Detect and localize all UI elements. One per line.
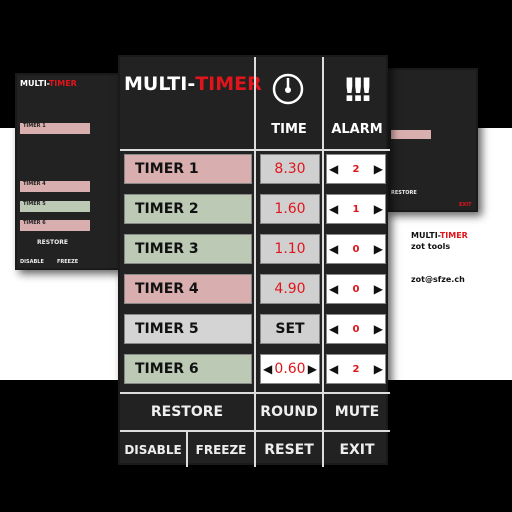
decrease-arrow-icon[interactable]: ◀: [329, 282, 338, 296]
increase-arrow-icon[interactable]: ▶: [374, 362, 383, 376]
alarm-stepper-1[interactable]: ◀ 2 ▶: [326, 154, 386, 184]
decrease-arrow-icon[interactable]: ◀: [263, 362, 272, 376]
preview-title: MULTI-TIMER: [20, 79, 77, 88]
info-company: zot tools: [411, 242, 451, 251]
decrease-arrow-icon[interactable]: ◀: [329, 362, 338, 376]
alarm-value: 2: [352, 163, 360, 175]
timer-name-3[interactable]: TIMER 3: [124, 234, 252, 264]
timer-time-6[interactable]: ◀ 0.60 ▶: [260, 354, 320, 384]
timer-name-4[interactable]: TIMER 4: [124, 274, 252, 304]
alarm-value: 0: [352, 243, 360, 255]
increase-arrow-icon[interactable]: ▶: [374, 322, 383, 336]
alarm-stepper-3[interactable]: ◀ 0 ▶: [326, 234, 386, 264]
mute-button[interactable]: MUTE: [324, 394, 390, 430]
alarm-value: 1: [352, 203, 360, 215]
preview-timer-4: TIMER 4: [20, 181, 90, 192]
timer-time-2[interactable]: 1.60: [260, 194, 320, 224]
alarm-stepper-4[interactable]: ◀ 0 ▶: [326, 274, 386, 304]
timer-name-5[interactable]: TIMER 5: [124, 314, 252, 344]
alarm-value: 2: [352, 363, 360, 375]
alarm-stepper-5[interactable]: ◀ 0 ▶: [326, 314, 386, 344]
exit-button[interactable]: EXIT: [324, 432, 390, 467]
preview-timer-1: TIMER 1: [20, 123, 90, 134]
preview-row: [391, 75, 431, 84]
increase-arrow-icon[interactable]: ▶: [374, 202, 383, 216]
app-title: MULTI- TIMER: [124, 73, 262, 95]
timer-time-5[interactable]: SET: [260, 314, 320, 344]
preview-timer-5: TIMER 5: [20, 201, 90, 212]
decrease-arrow-icon[interactable]: ◀: [329, 322, 338, 336]
stopwatch-icon: [270, 71, 306, 107]
decrease-arrow-icon[interactable]: ◀: [329, 162, 338, 176]
timer-time-3[interactable]: 1.10: [260, 234, 320, 264]
exclamation-icon: !!!: [342, 71, 374, 109]
preview-panel-right: RESTORE EXIT: [385, 68, 478, 212]
timer-name-2[interactable]: TIMER 2: [124, 194, 252, 224]
multi-timer-panel: MULTI- TIMER TIME !!! ALARM TIMER 1 8.30 ◀ 2…: [118, 55, 390, 467]
increase-arrow-icon[interactable]: ▶: [374, 242, 383, 256]
reset-button[interactable]: RESET: [256, 432, 322, 467]
timer-name-6[interactable]: TIMER 6: [124, 354, 252, 384]
preview-restore: RESTORE: [37, 239, 68, 246]
timer-time-4[interactable]: 4.90: [260, 274, 320, 304]
decrease-arrow-icon[interactable]: ◀: [329, 202, 338, 216]
alarm-stepper-2[interactable]: ◀ 1 ▶: [326, 194, 386, 224]
restore-button[interactable]: RESTORE: [120, 394, 254, 430]
disable-button[interactable]: DISABLE: [120, 432, 186, 467]
alarm-value: 0: [352, 283, 360, 295]
freeze-button[interactable]: FREEZE: [188, 432, 254, 467]
alarm-value: 0: [352, 323, 360, 335]
info-email[interactable]: zot@sfze.ch: [411, 275, 465, 284]
alarm-stepper-6[interactable]: ◀ 2 ▶: [326, 354, 386, 384]
alarm-column-header: ALARM: [331, 121, 383, 137]
increase-arrow-icon[interactable]: ▶: [308, 362, 317, 376]
timer-time-1[interactable]: 8.30: [260, 154, 320, 184]
decrease-arrow-icon[interactable]: ◀: [329, 242, 338, 256]
preview-panel-left: MULTI-TIMER TIMER 1 TIMER 4 TIMER 5 TIME…: [15, 73, 120, 270]
increase-arrow-icon[interactable]: ▶: [374, 282, 383, 296]
preview-timer-6: TIMER 6: [20, 220, 90, 231]
preview-disable: DISABLE: [20, 259, 44, 265]
info-app-name: MULTI-TIMER: [411, 231, 468, 240]
round-button[interactable]: ROUND: [256, 394, 322, 430]
increase-arrow-icon[interactable]: ▶: [374, 162, 383, 176]
preview-freeze: FREEZE: [57, 259, 79, 265]
preview-row: [391, 130, 431, 139]
timer-name-1[interactable]: TIMER 1: [124, 154, 252, 184]
time-value: 0.60: [274, 361, 306, 377]
preview-exit: EXIT: [459, 202, 472, 208]
time-column-header: TIME: [271, 121, 307, 137]
preview-restore: RESTORE: [391, 190, 417, 196]
